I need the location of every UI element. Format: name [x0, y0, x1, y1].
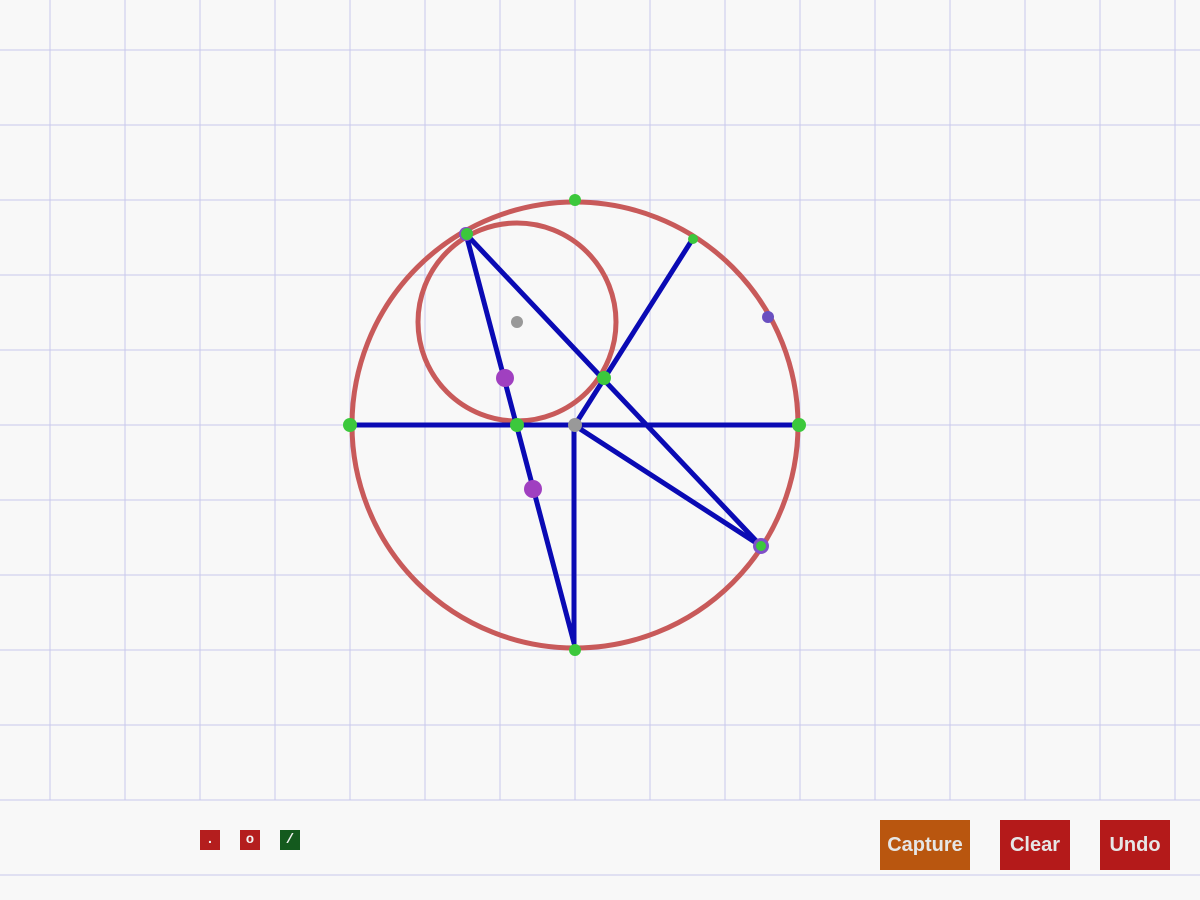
undo-button[interactable]: Undo: [1100, 820, 1170, 870]
point-tangent[interactable]: [510, 418, 524, 432]
point-a-green[interactable]: [461, 228, 473, 240]
line-center-to-upper-right[interactable]: [575, 237, 695, 423]
point-top[interactable]: [569, 194, 581, 206]
point-right[interactable]: [792, 418, 806, 432]
line-a-to-d[interactable]: [463, 231, 764, 549]
point-purple-2[interactable]: [524, 480, 542, 498]
point-bottom[interactable]: [569, 644, 581, 656]
clear-button[interactable]: Clear: [1000, 820, 1070, 870]
point-center[interactable]: [568, 418, 582, 432]
point-upper-right[interactable]: [688, 234, 698, 244]
line-tool-button[interactable]: /: [280, 830, 300, 850]
capture-button[interactable]: Capture: [880, 820, 970, 870]
point-intersection[interactable]: [597, 371, 611, 385]
line-a-to-bottom[interactable]: [463, 231, 577, 646]
point-small-center[interactable]: [511, 316, 523, 328]
drawing-canvas[interactable]: [0, 0, 1200, 900]
point-d-green[interactable]: [756, 541, 766, 551]
line-center-to-d[interactable]: [571, 422, 764, 549]
circle-tool-button[interactable]: o: [240, 830, 260, 850]
grid: [0, 0, 1200, 800]
point-left[interactable]: [343, 418, 357, 432]
point-right-purple[interactable]: [762, 311, 774, 323]
point-purple-1[interactable]: [496, 369, 514, 387]
point-tool-button[interactable]: .: [200, 830, 220, 850]
